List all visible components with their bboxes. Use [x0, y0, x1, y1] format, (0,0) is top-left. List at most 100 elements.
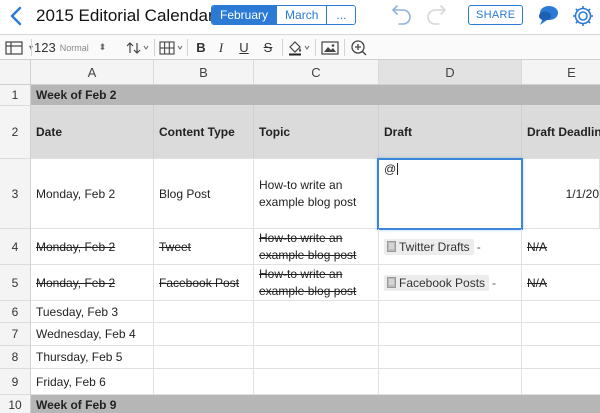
sheet-tab-more[interactable]: ...: [326, 6, 356, 24]
cell-e10[interactable]: [522, 395, 600, 413]
cell-e3[interactable]: 1/1/20: [522, 159, 600, 229]
insert-image-icon[interactable]: [318, 35, 342, 60]
cell-d4[interactable]: Twitter Drafts -: [379, 229, 522, 265]
cell-d8[interactable]: [379, 346, 522, 369]
cell-b5[interactable]: Facebook Post: [154, 265, 254, 301]
back-chevron-icon[interactable]: [6, 4, 28, 28]
cell-b8[interactable]: [154, 346, 254, 369]
bold-button[interactable]: B: [192, 35, 210, 60]
cell-e6[interactable]: [522, 301, 600, 323]
file-link-label: Twitter Drafts: [399, 239, 470, 254]
active-cell-editor[interactable]: @: [377, 158, 523, 230]
cell-b4[interactable]: Tweet: [154, 229, 254, 265]
cell-e5[interactable]: N/A: [522, 265, 600, 301]
insert-comment-icon[interactable]: [347, 35, 371, 60]
cell-d10[interactable]: [379, 395, 522, 413]
row-header-9[interactable]: 9: [0, 369, 31, 395]
cell-c7[interactable]: [254, 323, 379, 346]
sheet-tab-february[interactable]: February: [212, 6, 277, 24]
freeze-panes-icon[interactable]: [2, 35, 26, 60]
cell-a4[interactable]: Monday, Feb 2: [31, 229, 154, 265]
cell-a7[interactable]: Wednesday, Feb 4: [31, 323, 154, 346]
cell-b4-text: Tweet: [159, 239, 192, 254]
row-header-2[interactable]: 2: [0, 106, 31, 159]
cell-a3[interactable]: Monday, Feb 2: [31, 159, 154, 229]
share-button[interactable]: SHARE: [468, 5, 524, 25]
cell-a1[interactable]: Week of Feb 2: [31, 85, 154, 106]
cell-d4-suffix: -: [476, 239, 481, 254]
column-header-b[interactable]: B: [154, 60, 254, 85]
cell-d9[interactable]: [379, 369, 522, 395]
underline-button[interactable]: U: [235, 35, 253, 60]
cell-c6[interactable]: [254, 301, 379, 323]
cell-c3[interactable]: How-to write an example blog post: [254, 159, 379, 229]
cell-d6[interactable]: [379, 301, 522, 323]
title-bar: 2015 Editorial Calendar February March .…: [0, 0, 600, 34]
cell-e9[interactable]: [522, 369, 600, 395]
cell-a10[interactable]: Week of Feb 9: [31, 395, 154, 413]
cell-c5[interactable]: How-to write an example blog post: [254, 265, 379, 301]
cell-a6[interactable]: Tuesday, Feb 3: [31, 301, 154, 323]
comments-icon[interactable]: [535, 3, 561, 29]
column-header-d[interactable]: D: [379, 60, 522, 85]
column-header-a[interactable]: A: [31, 60, 154, 85]
cell-b9[interactable]: [154, 369, 254, 395]
cell-b5-text: Facebook Post: [159, 275, 240, 290]
cell-d7[interactable]: [379, 323, 522, 346]
cell-e4[interactable]: N/A: [522, 229, 600, 265]
cell-a2[interactable]: Date: [31, 106, 154, 159]
format-toolbar: ▾ 123 Normal ⬍ B I U S: [0, 34, 600, 60]
cell-b10[interactable]: [154, 395, 254, 413]
cell-e7[interactable]: [522, 323, 600, 346]
stepper-arrows-icon: ⬍: [98, 42, 107, 52]
cell-c2[interactable]: Topic: [254, 106, 379, 159]
cell-b3[interactable]: Blog Post: [154, 159, 254, 229]
sheet-tabs: February March ...: [211, 5, 357, 25]
column-header-e[interactable]: E: [522, 60, 600, 85]
spreadsheet-grid: A B C D E 1 2 3 4 5 6 7 8 9 10 Week of F…: [0, 60, 600, 413]
undo-icon[interactable]: [390, 4, 414, 26]
cell-b6[interactable]: [154, 301, 254, 323]
cell-d1[interactable]: [379, 85, 522, 106]
row-header-7[interactable]: 7: [0, 323, 31, 346]
cell-b7[interactable]: [154, 323, 254, 346]
number-format-select[interactable]: 123 Normal ⬍: [33, 35, 119, 60]
row-header-10[interactable]: 10: [0, 395, 31, 413]
row-header-1[interactable]: 1: [0, 85, 31, 106]
cell-b2[interactable]: Content Type: [154, 106, 254, 159]
cell-d2[interactable]: Draft: [379, 106, 522, 159]
file-link-chip[interactable]: Facebook Posts: [384, 274, 490, 291]
cell-c10[interactable]: [254, 395, 379, 413]
row-header-4[interactable]: 4: [0, 229, 31, 265]
cell-e1[interactable]: [522, 85, 600, 106]
cell-c5-text: How-to write an example blog post: [259, 266, 357, 298]
cell-c1[interactable]: [254, 85, 379, 106]
cell-a5[interactable]: Monday, Feb 2: [31, 265, 154, 301]
cell-c4[interactable]: How-to write an example blog post: [254, 229, 379, 265]
sheet-tab-march[interactable]: March: [276, 6, 327, 24]
settings-gear-icon[interactable]: [570, 3, 596, 29]
cell-e8[interactable]: [522, 346, 600, 369]
select-all-corner[interactable]: [0, 60, 31, 85]
row-header-6[interactable]: 6: [0, 301, 31, 323]
row-header-5[interactable]: 5: [0, 265, 31, 301]
file-link-chip[interactable]: Twitter Drafts: [384, 238, 474, 255]
active-cell-text: @: [384, 162, 397, 176]
redo-icon[interactable]: [424, 4, 448, 26]
row-header-8[interactable]: 8: [0, 346, 31, 369]
sort-icon[interactable]: [124, 35, 150, 60]
toolbar-divider: [315, 39, 316, 56]
cell-d5[interactable]: Facebook Posts -: [379, 265, 522, 301]
italic-button[interactable]: I: [212, 35, 230, 60]
cell-c9[interactable]: [254, 369, 379, 395]
row-header-3[interactable]: 3: [0, 159, 31, 229]
column-header-c[interactable]: C: [254, 60, 379, 85]
cell-a8[interactable]: Thursday, Feb 5: [31, 346, 154, 369]
fill-color-icon[interactable]: [286, 35, 314, 60]
cell-b1[interactable]: [154, 85, 254, 106]
cell-c8[interactable]: [254, 346, 379, 369]
cell-e2[interactable]: Draft Deadline: [522, 106, 600, 159]
borders-icon[interactable]: [158, 35, 186, 60]
cell-a9[interactable]: Friday, Feb 6: [31, 369, 154, 395]
strikethrough-button[interactable]: S: [259, 35, 277, 60]
